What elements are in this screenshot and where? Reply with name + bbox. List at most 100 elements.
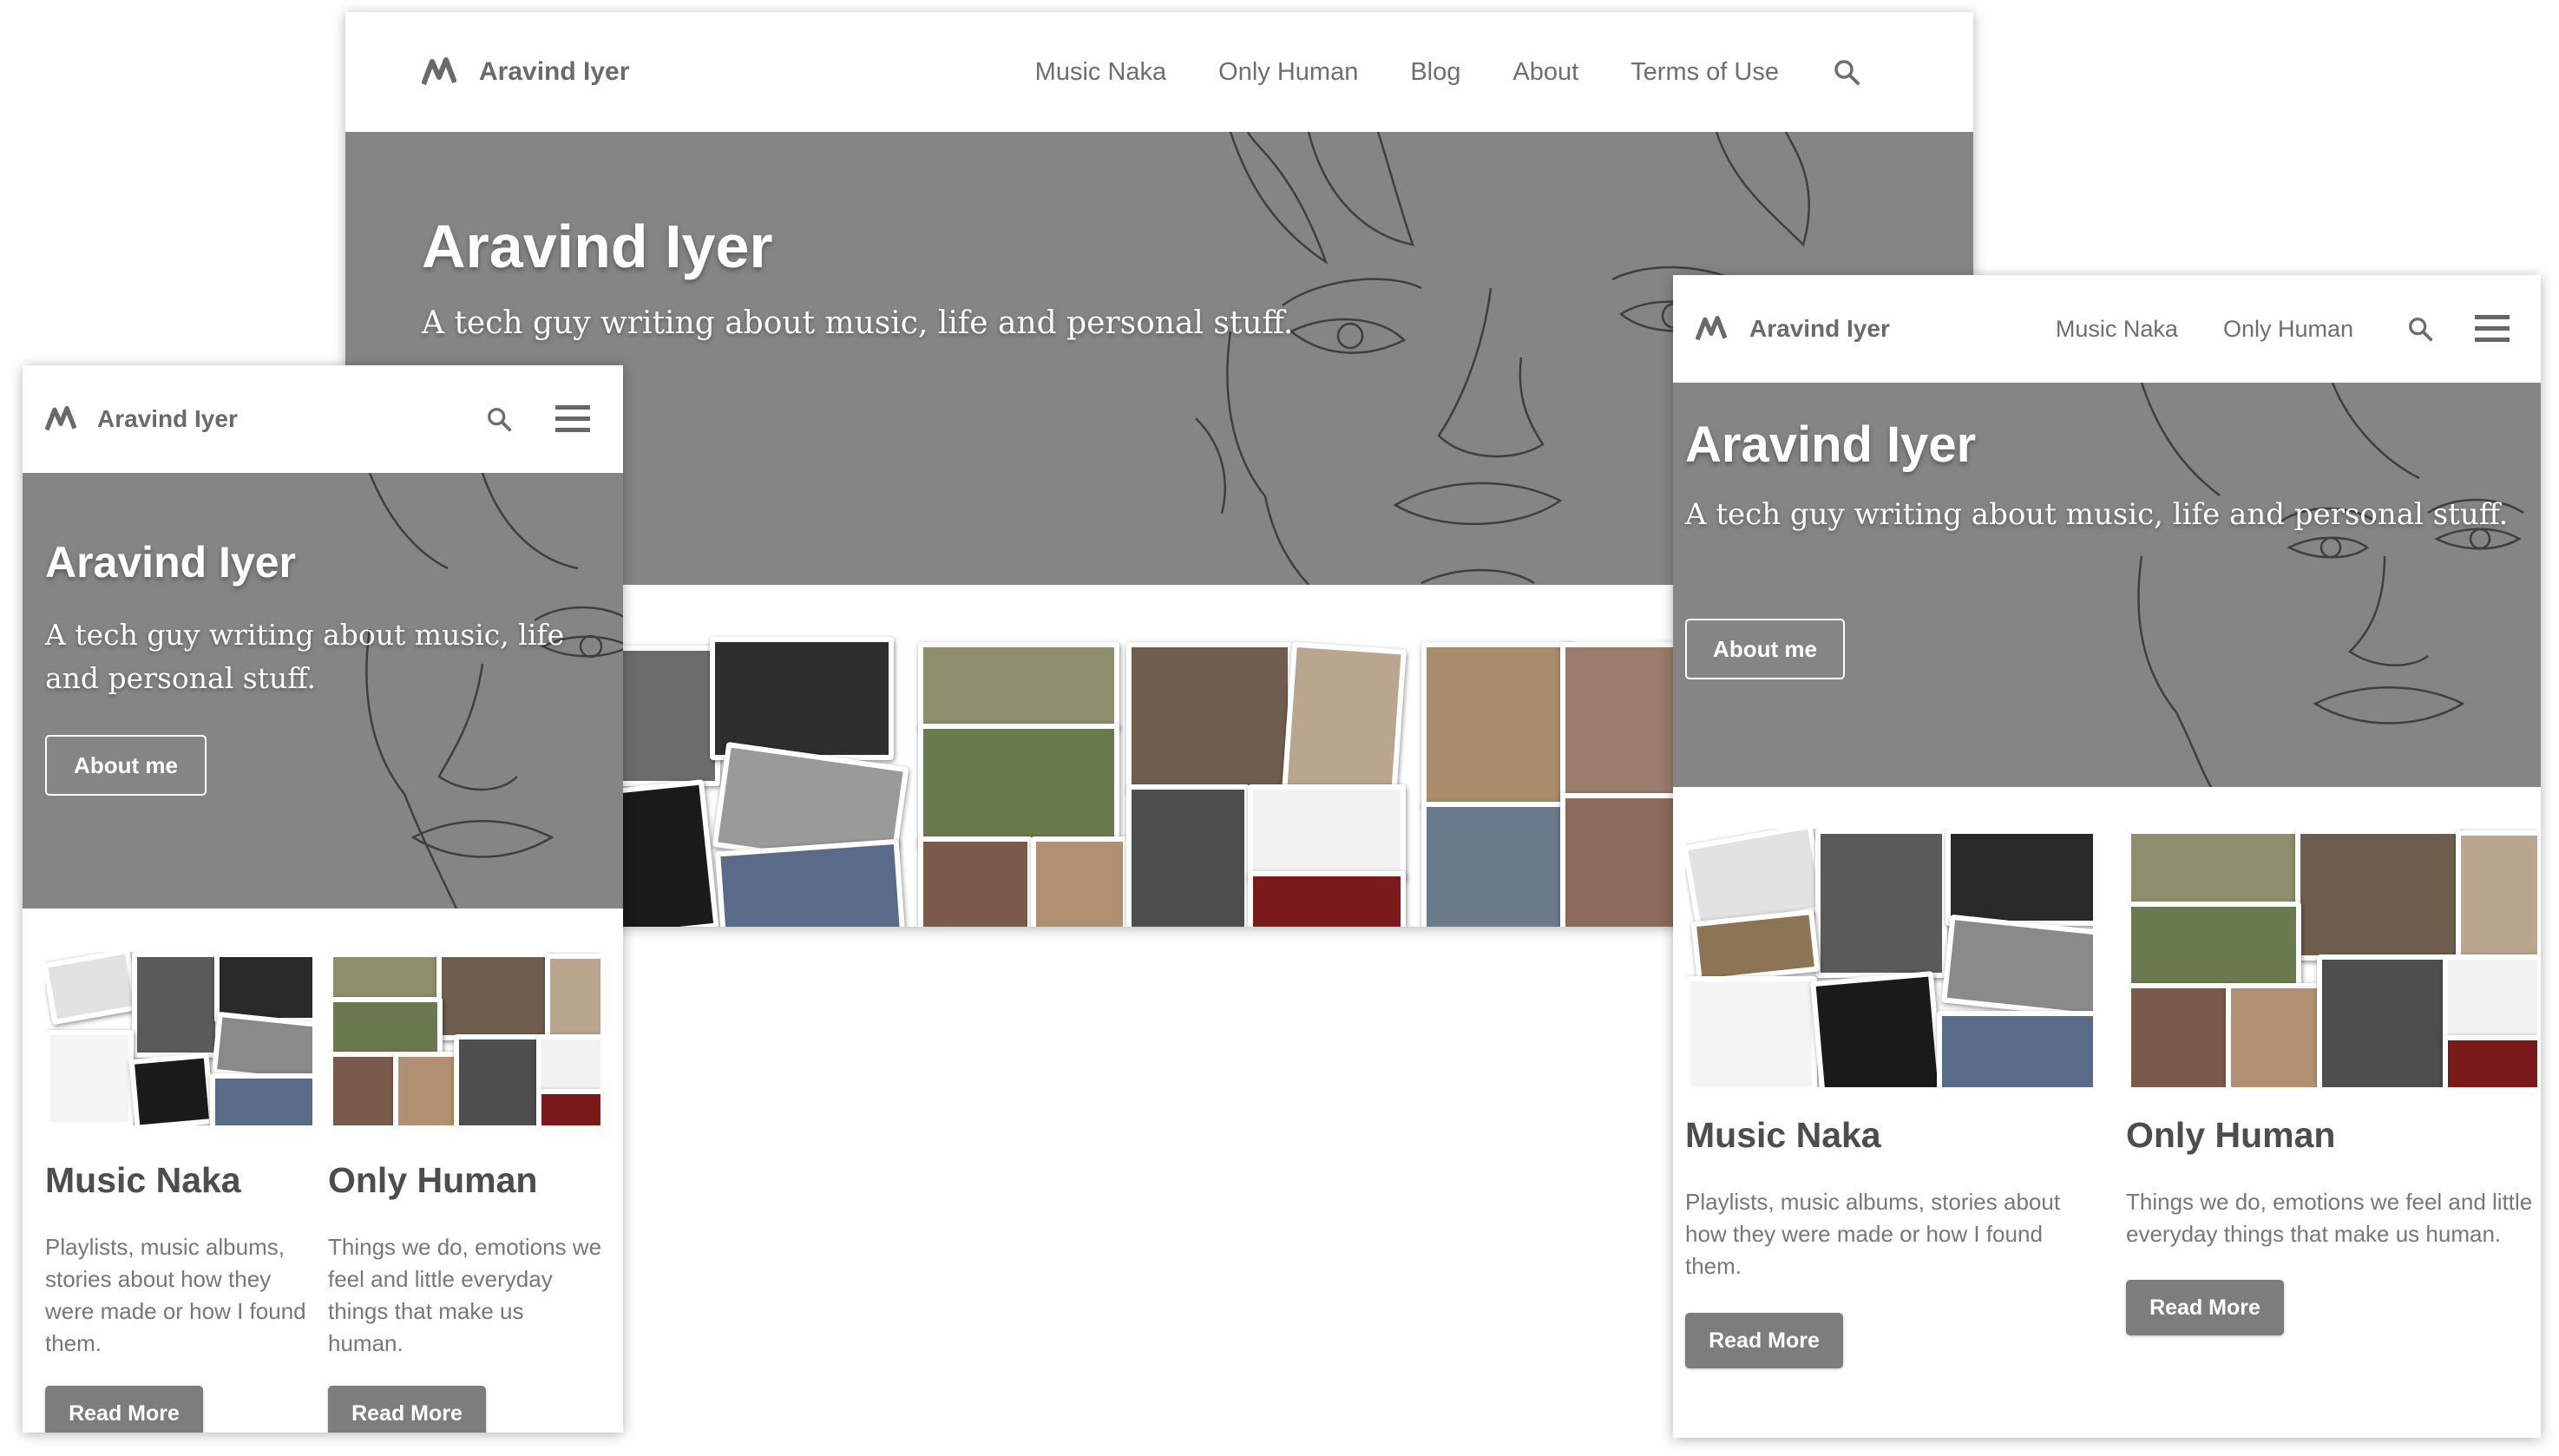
collage-photo xyxy=(2126,983,2232,1087)
collage-photo xyxy=(393,1052,460,1125)
collage-photo xyxy=(1282,641,1407,799)
brand-name: Aravind Iyer xyxy=(479,57,630,86)
collage-photo xyxy=(2317,954,2449,1087)
collage-photo xyxy=(536,1089,600,1125)
collage-photo xyxy=(328,997,443,1059)
collage-photo xyxy=(545,954,600,1042)
collage-photo xyxy=(328,1052,399,1125)
hero-title: Aravind Iyer xyxy=(1685,416,1977,473)
mobile-navbar: Aravind Iyer xyxy=(23,365,623,473)
collage-photo xyxy=(2443,1035,2537,1087)
collage-photo xyxy=(1126,784,1250,927)
read-more-button-only-human[interactable]: Read More xyxy=(2126,1280,2284,1335)
collage-photo xyxy=(1031,836,1128,927)
collage-photo xyxy=(1685,976,1817,1087)
collage-photo xyxy=(210,1073,312,1125)
search-icon[interactable] xyxy=(2407,316,2433,342)
collage-photo xyxy=(1937,1011,2093,1087)
card-title-only-human: Only Human xyxy=(2126,1115,2336,1155)
portrait-sketch xyxy=(2137,383,2524,787)
search-icon[interactable] xyxy=(486,406,512,432)
hamburger-menu-icon[interactable] xyxy=(555,404,590,434)
collage-photo xyxy=(45,1030,134,1125)
collage-photo xyxy=(1421,802,1571,927)
collage-photo xyxy=(1248,871,1406,927)
desktop-navbar: Aravind Iyer Music Naka Only Human Blog … xyxy=(345,12,1973,132)
collage-photo xyxy=(128,1053,215,1125)
collage-photo xyxy=(1690,908,1821,985)
collage-photo xyxy=(2226,983,2323,1087)
hero-subtitle: A tech guy writing about music, life and… xyxy=(45,618,565,695)
hero-title: Aravind Iyer xyxy=(422,213,773,280)
nav-music-naka[interactable]: Music Naka xyxy=(1035,58,1167,87)
read-more-button-music-naka[interactable]: Read More xyxy=(45,1386,203,1433)
nav-about[interactable]: About xyxy=(1512,58,1578,87)
collage-photo xyxy=(436,952,551,1040)
tablet-nav-links: Music Naka Only Human xyxy=(2056,314,2510,344)
logo-icon xyxy=(1696,315,1727,343)
brand[interactable]: Aravind Iyer xyxy=(45,405,238,433)
hero-subtitle: A tech guy writing about music, life and… xyxy=(1685,497,2509,532)
nav-music-naka[interactable]: Music Naka xyxy=(2056,316,2178,343)
tablet-navbar: Aravind Iyer Music Naka Only Human xyxy=(1673,275,2541,383)
collage-photo xyxy=(1421,642,1571,809)
collage-photo xyxy=(1941,914,2093,1020)
collage-photo xyxy=(132,952,220,1058)
nav-blog[interactable]: Blog xyxy=(1410,58,1460,87)
collage-photo xyxy=(2126,829,2301,908)
card-description-music-naka: Playlists, music albums, stories about h… xyxy=(1685,1189,2061,1279)
brand-name: Aravind Iyer xyxy=(1749,315,1890,342)
collage-photo xyxy=(2295,829,2462,961)
collage-photo xyxy=(1945,829,2093,926)
mobile-nav-controls xyxy=(486,404,590,434)
collage-photo xyxy=(2443,954,2537,1043)
desktop-nav-links: Music Naka Only Human Blog About Terms o… xyxy=(1035,58,1860,87)
card-description-music-naka: Playlists, music albums, stories about h… xyxy=(45,1234,306,1356)
search-icon[interactable] xyxy=(1833,58,1860,86)
card-title-only-human: Only Human xyxy=(328,1160,538,1200)
mobile-preview: Aravind Iyer Aravind Iyer A tech guy wri… xyxy=(23,365,623,1433)
logo-icon xyxy=(45,405,76,433)
collage-photo xyxy=(2126,902,2301,990)
collage-photo xyxy=(1126,642,1293,791)
collage-photo xyxy=(1810,971,1944,1087)
collage-photo xyxy=(710,637,894,760)
about-me-button[interactable]: About me xyxy=(1685,619,1845,679)
music-naka-thumbnail xyxy=(45,952,312,1125)
collage-photo xyxy=(536,1034,600,1097)
nav-terms[interactable]: Terms of Use xyxy=(1631,58,1779,87)
about-me-button[interactable]: About me xyxy=(45,735,207,796)
card-title-music-naka: Music Naka xyxy=(1685,1115,1881,1155)
collage-photo xyxy=(1248,784,1406,882)
hero-title: Aravind Iyer xyxy=(45,538,297,587)
collage-photo xyxy=(1815,829,1947,978)
collage-photo xyxy=(2456,830,2537,962)
brand-name: Aravind Iyer xyxy=(97,405,238,432)
collage-photo xyxy=(1560,642,1683,800)
collage-photo xyxy=(454,1034,542,1125)
tablet-preview: Aravind Iyer Music Naka Only Human Aravi… xyxy=(1673,275,2541,1438)
logo-icon xyxy=(422,56,456,88)
brand[interactable]: Aravind Iyer xyxy=(422,56,629,88)
only-human-thumbnail xyxy=(328,952,600,1125)
nav-only-human[interactable]: Only Human xyxy=(1218,58,1358,87)
card-description-only-human: Things we do, emotions we feel and littl… xyxy=(328,1234,602,1356)
collage-photo xyxy=(918,642,1119,731)
collage-photo xyxy=(918,836,1033,927)
collage-photo xyxy=(918,724,1119,847)
card-description-only-human: Things we do, emotions we feel and littl… xyxy=(2126,1189,2533,1247)
hamburger-menu-icon[interactable] xyxy=(2475,314,2510,344)
only-human-thumbnail xyxy=(2126,829,2537,1087)
tablet-hero: Aravind Iyer A tech guy writing about mu… xyxy=(1673,383,2541,787)
read-more-button-only-human[interactable]: Read More xyxy=(328,1386,486,1433)
music-naka-thumbnail xyxy=(1685,829,2093,1087)
hero-subtitle: A tech guy writing about music, life and… xyxy=(422,305,1294,341)
collage-photo xyxy=(715,838,906,927)
brand[interactable]: Aravind Iyer xyxy=(1696,315,1890,343)
read-more-button-music-naka[interactable]: Read More xyxy=(1685,1313,1843,1368)
card-title-music-naka: Music Naka xyxy=(45,1160,241,1200)
nav-only-human[interactable]: Only Human xyxy=(2223,316,2353,343)
collage-photo xyxy=(1560,793,1683,927)
mobile-hero: Aravind Iyer A tech guy writing about mu… xyxy=(23,473,623,908)
collage-photo xyxy=(45,952,141,1026)
